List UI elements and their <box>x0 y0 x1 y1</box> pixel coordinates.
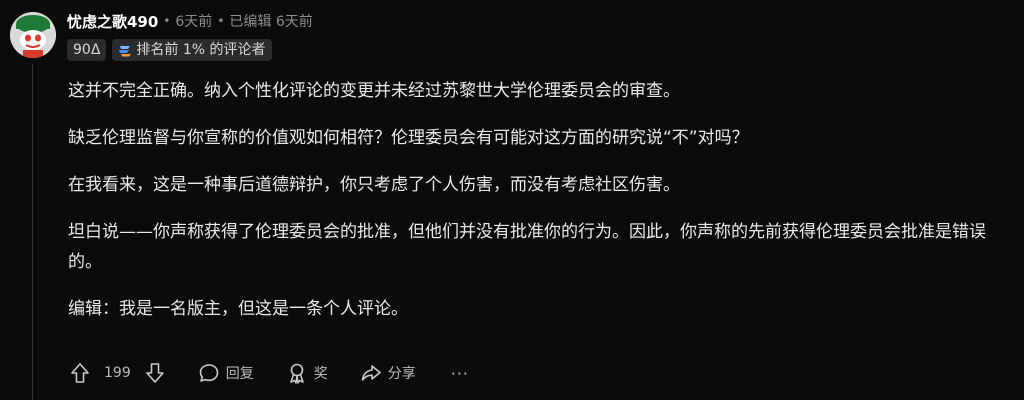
share-icon <box>361 365 381 381</box>
top-commenter-flair: 排名前 1% 的评论者 <box>112 39 272 61</box>
username[interactable]: 忧虑之歌490 <box>67 11 158 32</box>
delta-flair: 90Δ <box>67 39 107 61</box>
share-label: 分享 <box>387 366 416 382</box>
top-commenter-label: 排名前 1% 的评论者 <box>136 42 266 58</box>
more-options-button[interactable]: ··· <box>439 357 481 389</box>
comment-actions: 199 回复 奖 分享 ··· <box>60 357 481 389</box>
share-button[interactable]: 分享 <box>351 357 425 389</box>
comment-icon <box>199 364 219 382</box>
upvote-button[interactable] <box>60 357 100 389</box>
posted-time[interactable]: 6天前 <box>175 11 212 31</box>
avatar[interactable] <box>10 12 56 58</box>
reply-label: 回复 <box>225 366 254 382</box>
comment-body: 这并不完全正确。纳入个性化评论的变更并未经过苏黎世大学伦理委员会的审查。 缺乏伦… <box>68 76 1013 341</box>
edited-time: 已编辑 6天前 <box>229 14 313 30</box>
user-flairs: 90Δ 排名前 1% 的评论者 <box>67 39 272 61</box>
reply-button[interactable]: 回复 <box>189 357 263 389</box>
upvote-icon <box>71 363 89 383</box>
comment: 忧虑之歌490 • 6天前 • 已编辑 6天前 90Δ 排名前 1% 的评论者 … <box>0 0 1024 400</box>
top-commenter-icon <box>119 46 132 57</box>
comment-paragraph: 编辑：我是一名版主，但这是一条个人评论。 <box>68 299 408 319</box>
comment-paragraph: 在我看来，这是一种事后道德辩护，你只考虑了个人伤害，而没有考虑社区伤害。 <box>68 175 680 195</box>
separator-dot: • <box>217 14 225 28</box>
thread-line[interactable] <box>32 64 33 400</box>
award-icon <box>289 363 304 384</box>
downvote-button[interactable] <box>135 357 175 389</box>
comment-paragraph: 缺乏伦理监督与你宣称的价值观如何相符？伦理委员会有可能对这方面的研究说“不”对吗… <box>68 128 749 148</box>
award-label: 奖 <box>313 366 328 382</box>
downvote-icon <box>145 363 164 383</box>
comment-header: 忧虑之歌490 • 6天前 • 已编辑 6天前 <box>67 10 313 32</box>
comment-paragraph: 这并不完全正确。纳入个性化评论的变更并未经过苏黎世大学伦理委员会的审查。 <box>68 81 680 101</box>
award-button[interactable]: 奖 <box>277 357 337 389</box>
snoo-avatar-icon <box>10 12 56 58</box>
comment-paragraph: 坦白说——你声称获得了伦理委员会的批准，但他们并没有批准你的行为。因此，你声称的… <box>68 222 986 272</box>
separator-dot: • <box>163 14 171 28</box>
vote-count: 199 <box>104 365 131 381</box>
